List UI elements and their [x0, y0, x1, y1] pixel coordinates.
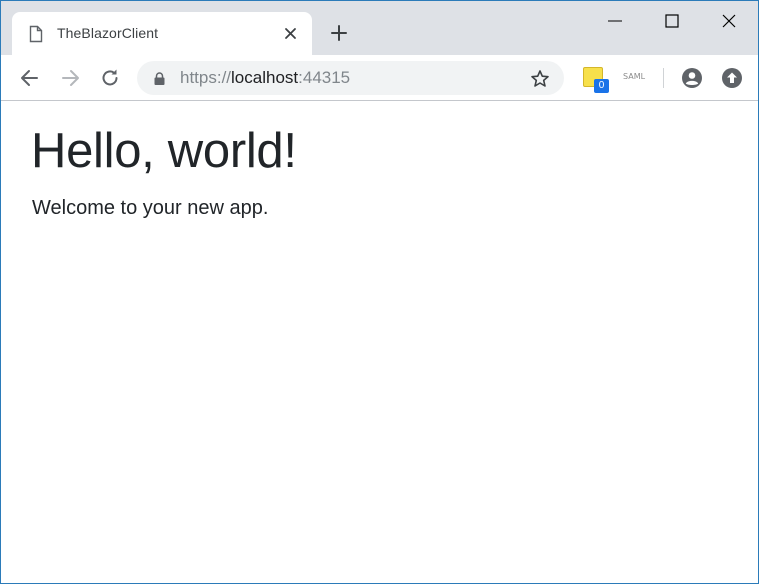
url-scheme: https://	[180, 68, 232, 87]
saml-extension-icon[interactable]: SAML	[623, 72, 645, 81]
page-heading: Hello, world!	[31, 124, 297, 178]
notes-count-badge: 0	[594, 79, 609, 93]
tab-strip: TheBlazorClient	[1, 1, 758, 55]
close-icon	[722, 14, 736, 28]
browser-tab[interactable]: TheBlazorClient	[12, 12, 312, 55]
url-text[interactable]: https://localhost:44315	[180, 68, 350, 88]
profile-avatar-icon[interactable]	[681, 67, 703, 89]
address-bar[interactable]: https://localhost:44315	[137, 61, 564, 95]
page-content: Hello, world! Welcome to your new app.	[1, 101, 758, 583]
maximize-button[interactable]	[644, 1, 701, 41]
tab-close-icon[interactable]	[284, 27, 297, 40]
reload-icon[interactable]	[97, 65, 123, 91]
toolbar-divider	[663, 68, 664, 88]
new-tab-icon[interactable]	[329, 23, 349, 43]
lock-icon[interactable]	[154, 72, 165, 85]
welcome-text: Welcome to your new app.	[32, 197, 269, 219]
minimize-button[interactable]	[587, 1, 644, 41]
tab-title: TheBlazorClient	[57, 25, 159, 41]
maximize-icon	[665, 14, 679, 28]
url-host: localhost	[231, 68, 299, 87]
update-arrow-icon[interactable]	[721, 67, 743, 89]
forward-arrow-icon[interactable]	[57, 65, 83, 91]
url-port: :44315	[298, 68, 351, 87]
window-close-button[interactable]	[701, 1, 758, 41]
minimize-icon	[608, 20, 622, 22]
browser-toolbar: https://localhost:44315 0 SAML	[1, 55, 758, 101]
back-arrow-icon[interactable]	[17, 65, 43, 91]
document-icon	[29, 25, 43, 43]
browser-window: TheBlazorClient https://localhost:44315 …	[0, 0, 759, 584]
notes-extension-button[interactable]: 0	[581, 66, 611, 94]
bookmark-star-icon[interactable]	[530, 69, 550, 89]
